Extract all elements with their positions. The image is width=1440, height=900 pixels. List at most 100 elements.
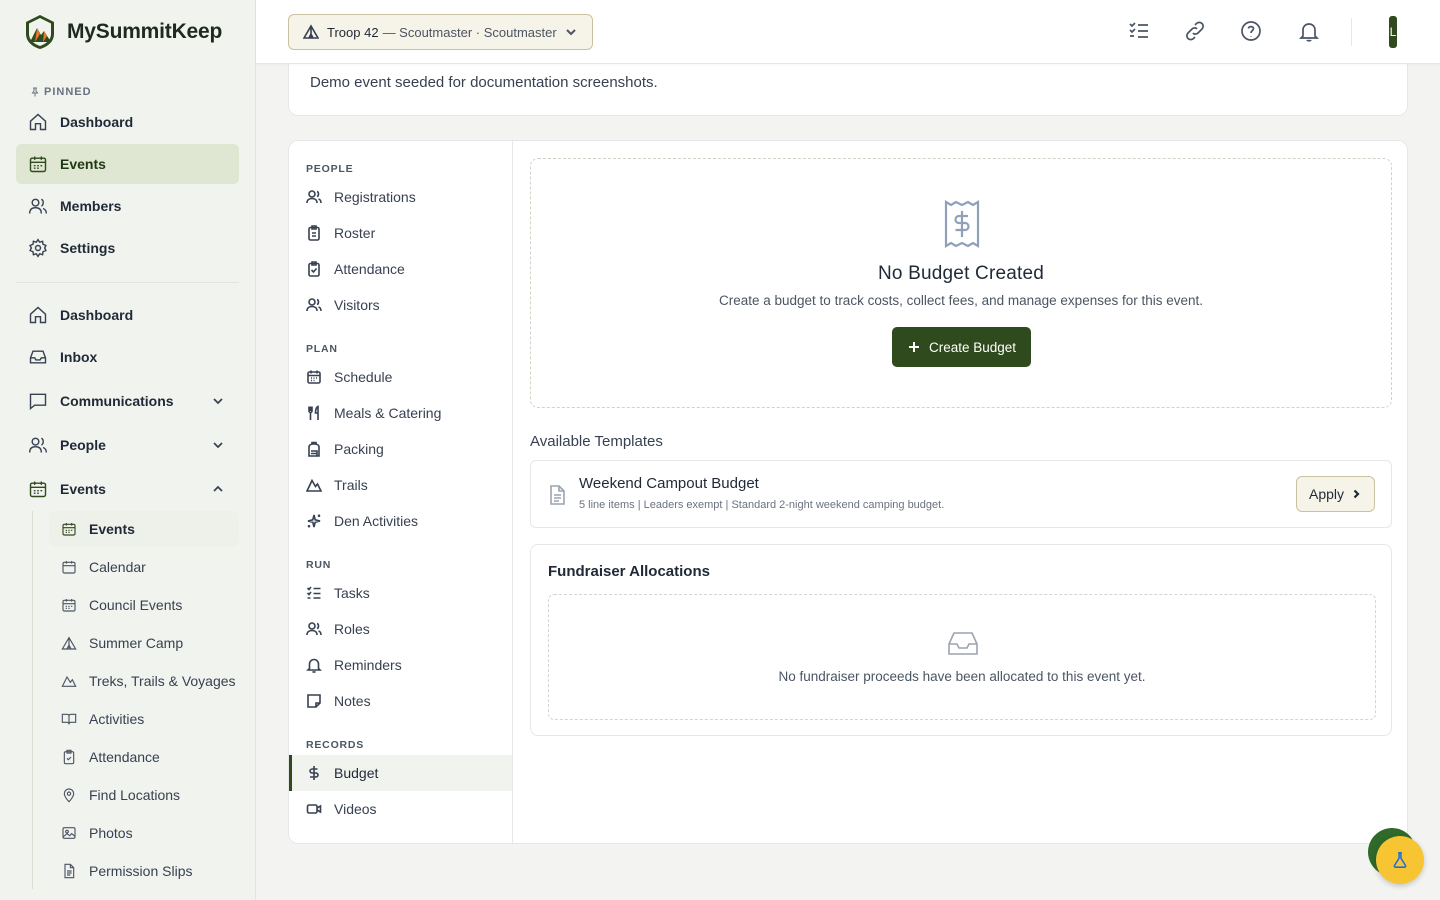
- help-circle-icon[interactable]: [1240, 20, 1262, 42]
- subnav-item-tasks[interactable]: Tasks: [289, 575, 512, 611]
- users-icon: [28, 198, 48, 214]
- troop-role: — Scoutmaster · Scoutmaster: [382, 24, 557, 40]
- user-avatar[interactable]: L: [1389, 16, 1397, 48]
- header-divider: [1351, 18, 1352, 46]
- bell-icon[interactable]: [1298, 20, 1320, 42]
- gear-icon: [29, 238, 47, 258]
- sub-item-council-events[interactable]: Council Events: [49, 587, 239, 623]
- pinned-item-members[interactable]: Members: [16, 186, 239, 226]
- pinned-item-settings[interactable]: Settings: [16, 228, 239, 268]
- budget-empty-state: No Budget Created Create a budget to tra…: [530, 158, 1392, 408]
- subnav-item-notes[interactable]: Notes: [289, 683, 512, 719]
- mountain-icon: [61, 675, 77, 687]
- calendar-icon: [29, 156, 47, 173]
- template-item: Weekend Campout Budget 5 line items | Le…: [530, 460, 1392, 528]
- event-subnav: PEOPLE Registrations Roster Attendance V…: [289, 141, 513, 843]
- backpack-icon: [308, 441, 320, 457]
- subnav-section-run: RUN: [306, 559, 332, 571]
- sidebar: MySummitKeep PINNED Dashboard Events Mem…: [0, 0, 256, 900]
- utensils-icon: [308, 405, 319, 420]
- subnav-item-roster[interactable]: Roster: [289, 215, 512, 251]
- sub-item-treks[interactable]: Treks, Trails & Voyages: [49, 663, 239, 699]
- inbox-icon: [29, 350, 47, 364]
- clipboard-check-icon: [63, 749, 75, 765]
- apply-template-button[interactable]: Apply: [1296, 476, 1375, 512]
- message-icon: [29, 393, 47, 410]
- top-header: Troop 42 — Scoutmaster · Scoutmaster L: [256, 0, 1440, 64]
- tent-icon: [61, 636, 77, 650]
- image-icon: [62, 827, 76, 839]
- calendar-icon: [62, 561, 76, 574]
- sidebar-item-events[interactable]: Events: [16, 469, 239, 509]
- subnav-item-attendance[interactable]: Attendance: [289, 251, 512, 287]
- users-icon: [28, 437, 48, 453]
- sparkles-icon: [307, 514, 321, 528]
- troop-name: Troop 42: [327, 24, 379, 40]
- brand[interactable]: MySummitKeep: [0, 0, 255, 64]
- map-pin-icon: [63, 788, 75, 803]
- chevron-down-icon: [213, 442, 223, 449]
- subnav-item-meals[interactable]: Meals & Catering: [289, 395, 512, 431]
- calendar-icon: [29, 481, 47, 498]
- calendar-grid-icon: [62, 599, 76, 612]
- create-budget-button[interactable]: Create Budget: [892, 327, 1031, 367]
- sub-item-activities[interactable]: Activities: [49, 701, 239, 737]
- pinned-item-dashboard[interactable]: Dashboard: [16, 102, 239, 142]
- users-icon: [306, 298, 322, 312]
- mountain-icon: [306, 478, 322, 492]
- fundraiser-empty-text: No fundraiser proceeds have been allocat…: [778, 669, 1146, 684]
- subnav-item-den-activities[interactable]: Den Activities: [289, 503, 512, 539]
- templates-heading: Available Templates: [530, 433, 663, 450]
- clipboard-list-icon: [308, 225, 320, 241]
- subnav-item-visitors[interactable]: Visitors: [289, 287, 512, 323]
- pin-icon: [31, 87, 39, 97]
- home-icon: [29, 306, 47, 324]
- sub-item-permission-slips[interactable]: Permission Slips: [49, 853, 239, 889]
- sub-item-calendar[interactable]: Calendar: [49, 549, 239, 585]
- sub-item-events[interactable]: Events: [49, 511, 239, 547]
- receipt-icon: [944, 200, 980, 248]
- sub-item-summer-camp[interactable]: Summer Camp: [49, 625, 239, 661]
- sub-item-find-locations[interactable]: Find Locations: [49, 777, 239, 813]
- budget-empty-description: Create a budget to track costs, collect …: [718, 293, 1204, 308]
- budget-empty-title: No Budget Created: [877, 263, 1045, 284]
- book-open-icon: [61, 713, 77, 725]
- chevron-right-icon: [1353, 489, 1360, 499]
- sidebar-item-people[interactable]: People: [16, 425, 239, 465]
- chevron-down-icon: [213, 398, 223, 405]
- fundraiser-title: Fundraiser Allocations: [548, 563, 710, 580]
- clipboard-check-icon: [308, 261, 320, 277]
- subnav-section-people: PEOPLE: [306, 163, 354, 175]
- subnav-item-roles[interactable]: Roles: [289, 611, 512, 647]
- subnav-item-schedule[interactable]: Schedule: [289, 359, 512, 395]
- sidebar-item-dashboard[interactable]: Dashboard: [16, 295, 239, 335]
- sidebar-item-communications[interactable]: Communications: [16, 381, 239, 421]
- brand-name: MySummitKeep: [67, 20, 223, 43]
- sidebar-divider: [16, 282, 239, 283]
- link-icon[interactable]: [1184, 20, 1206, 42]
- video-icon: [306, 804, 322, 814]
- subnav-item-reminders[interactable]: Reminders: [289, 647, 512, 683]
- pinned-item-events[interactable]: Events: [16, 144, 239, 184]
- subnav-item-videos[interactable]: Videos: [289, 791, 512, 827]
- subnav-item-budget[interactable]: Budget: [289, 755, 512, 791]
- subnav-item-packing[interactable]: Packing: [289, 431, 512, 467]
- file-text-icon: [64, 863, 75, 879]
- calendar-icon: [62, 523, 76, 536]
- checklist-icon: [306, 586, 321, 599]
- fundraiser-empty-state: No fundraiser proceeds have been allocat…: [548, 594, 1376, 720]
- subnav-item-trails[interactable]: Trails: [289, 467, 512, 503]
- users-icon: [306, 622, 322, 636]
- summit-logo-icon: [26, 15, 54, 49]
- sub-item-attendance[interactable]: Attendance: [49, 739, 239, 775]
- subnav-item-registrations[interactable]: Registrations: [289, 179, 512, 215]
- sub-item-photos[interactable]: Photos: [49, 815, 239, 851]
- event-description: Demo event seeded for documentation scre…: [310, 74, 658, 91]
- chevron-down-icon: [566, 29, 576, 36]
- feedback-fab[interactable]: [1376, 836, 1424, 884]
- sidebar-item-inbox[interactable]: Inbox: [16, 337, 239, 377]
- checklist-icon[interactable]: [1128, 20, 1150, 42]
- troop-selector[interactable]: Troop 42 — Scoutmaster · Scoutmaster: [288, 14, 593, 50]
- tent-icon: [303, 24, 319, 39]
- inbox-icon: [948, 632, 978, 655]
